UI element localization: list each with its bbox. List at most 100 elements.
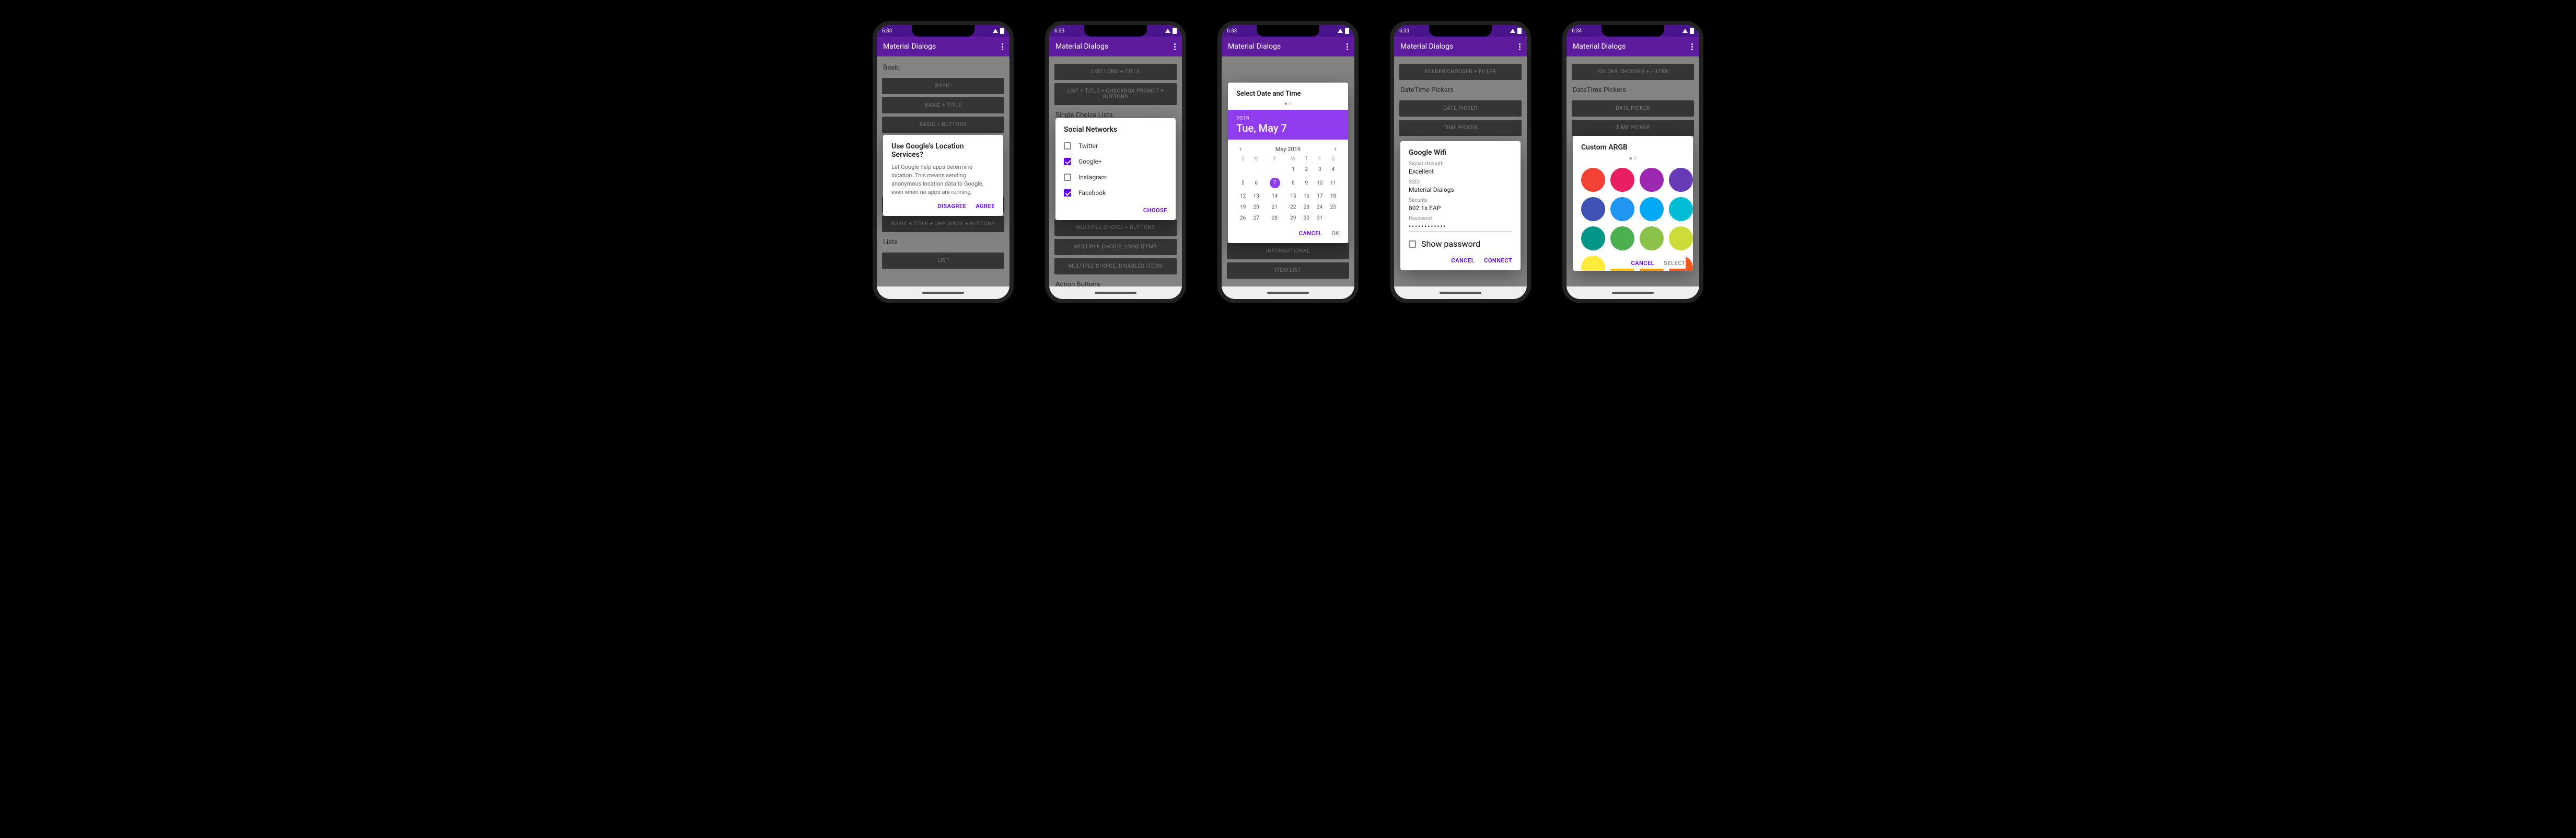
cancel-button[interactable]: CANCEL [1631,260,1654,267]
field-label: Security [1409,198,1512,203]
cancel-button[interactable]: CANCEL [1451,257,1475,264]
color-swatch[interactable] [1640,197,1664,221]
calendar-day[interactable]: 28 [1263,213,1286,224]
prev-month-icon[interactable]: ‹ [1239,145,1241,153]
next-month-icon[interactable]: › [1335,145,1337,153]
choice-row[interactable]: Instagram [1064,169,1167,185]
checkbox[interactable] [1064,158,1071,165]
color-swatch[interactable] [1581,168,1605,192]
ok-button[interactable]: OK [1331,230,1340,237]
calendar-day[interactable]: 23 [1300,202,1313,213]
pager-indicator: ● ○ [1236,101,1340,107]
calendar-day[interactable]: 30 [1300,213,1313,224]
signal-icon [1338,29,1343,33]
screen: 6:33 Material Dialogs Basic BASIC BASIC … [877,25,1009,299]
dialog-body: Let Google help apps determine location.… [891,163,995,197]
calendar-day[interactable]: 22 [1286,202,1299,213]
app-title: Material Dialogs [1228,42,1281,51]
color-swatch[interactable] [1640,168,1664,192]
overflow-icon[interactable] [1519,43,1521,50]
show-password-checkbox[interactable] [1409,240,1416,248]
overflow-icon[interactable] [1691,43,1693,50]
calendar-day[interactable]: 13 [1249,191,1262,202]
color-swatch[interactable] [1640,226,1664,250]
color-swatch[interactable] [1581,197,1605,221]
color-swatch[interactable] [1669,168,1693,192]
calendar-day[interactable]: 16 [1300,191,1313,202]
notch [1084,25,1147,37]
calendar-day[interactable]: 14 [1263,191,1286,202]
agree-button[interactable]: AGREE [976,203,995,210]
info-field: Security802.1x EAP [1409,198,1512,213]
calendar-day[interactable]: 31 [1313,213,1326,224]
calendar-day [1249,164,1262,175]
overflow-icon[interactable] [1174,43,1176,50]
nav-bar [1222,286,1354,299]
calendar-day[interactable]: 19 [1236,202,1249,213]
notch [1429,25,1492,37]
dialog-title: Google Wifi [1409,148,1512,157]
info-field: Signal strengthExcellent [1409,161,1512,176]
dow-label: S [1236,154,1249,164]
show-password-label: Show password [1421,239,1480,249]
calendar-day[interactable]: 5 [1236,175,1249,191]
color-swatch[interactable] [1610,168,1634,192]
calendar-day[interactable]: 27 [1249,213,1262,224]
calendar-day[interactable]: 18 [1327,191,1340,202]
disagree-button[interactable]: DISAGREE [937,203,966,210]
calendar-day[interactable]: 20 [1249,202,1262,213]
info-field: SSIDMaterial Dialogs [1409,179,1512,194]
calendar-day[interactable]: 25 [1327,202,1340,213]
notch [1602,25,1664,37]
calendar-day[interactable]: 4 [1327,164,1340,175]
status-time: 6:33 [1054,28,1064,34]
nav-bar [1049,286,1182,299]
color-swatch[interactable] [1581,256,1605,271]
signal-icon [993,29,998,33]
color-swatch[interactable] [1581,226,1605,250]
calendar-day[interactable]: 8 [1286,175,1299,191]
calendar-day[interactable]: 2 [1300,164,1313,175]
checkbox[interactable] [1064,142,1071,150]
color-swatch[interactable] [1610,197,1634,221]
checkbox[interactable] [1064,174,1071,181]
cancel-button[interactable]: CANCEL [1299,230,1322,237]
field-value: Material Dialogs [1409,185,1512,194]
color-swatch[interactable] [1669,226,1693,250]
color-swatch[interactable] [1669,197,1693,221]
color-swatch[interactable] [1610,226,1634,250]
calendar-day[interactable]: 21 [1263,202,1286,213]
choose-button[interactable]: CHOOSE [1143,207,1167,214]
app-bar: Material Dialogs [1394,37,1527,56]
calendar-day[interactable]: 26 [1236,213,1249,224]
calendar-day[interactable]: 12 [1236,191,1249,202]
calendar-day[interactable]: 29 [1286,213,1299,224]
checkbox[interactable] [1064,189,1071,197]
choice-row[interactable]: Facebook [1064,185,1167,201]
calendar-day[interactable]: 24 [1313,202,1326,213]
calendar-day[interactable]: 10 [1313,175,1326,191]
notch [912,25,974,37]
choice-row[interactable]: Twitter [1064,138,1167,154]
phone-frame-2: 6:33 Material Dialogs LIST LONG + TITLE … [1045,21,1186,303]
calendar-day[interactable]: 9 [1300,175,1313,191]
connect-button[interactable]: CONNECT [1484,257,1512,264]
calendar-day[interactable]: 1 [1286,164,1299,175]
header-date[interactable]: Tue, May 7 [1236,122,1340,134]
field-value: 802.1x EAP [1409,203,1512,213]
calendar-day[interactable]: 11 [1327,175,1340,191]
choice-row[interactable]: Google+ [1064,154,1167,169]
overflow-icon[interactable] [1002,43,1003,50]
battery-icon [1345,28,1349,34]
password-input[interactable]: •••••••••••• [1409,222,1512,232]
battery-icon [1690,28,1694,34]
calendar-day[interactable]: 6 [1249,175,1262,191]
select-button[interactable]: SELECT [1664,260,1686,267]
overflow-icon[interactable] [1347,43,1348,50]
calendar-day[interactable]: 3 [1313,164,1326,175]
header-year[interactable]: 2019 [1236,115,1340,122]
calendar-day[interactable]: 7 [1263,175,1286,191]
calendar-day[interactable]: 15 [1286,191,1299,202]
calendar-day[interactable]: 17 [1313,191,1326,202]
dow-label: S [1327,154,1340,164]
